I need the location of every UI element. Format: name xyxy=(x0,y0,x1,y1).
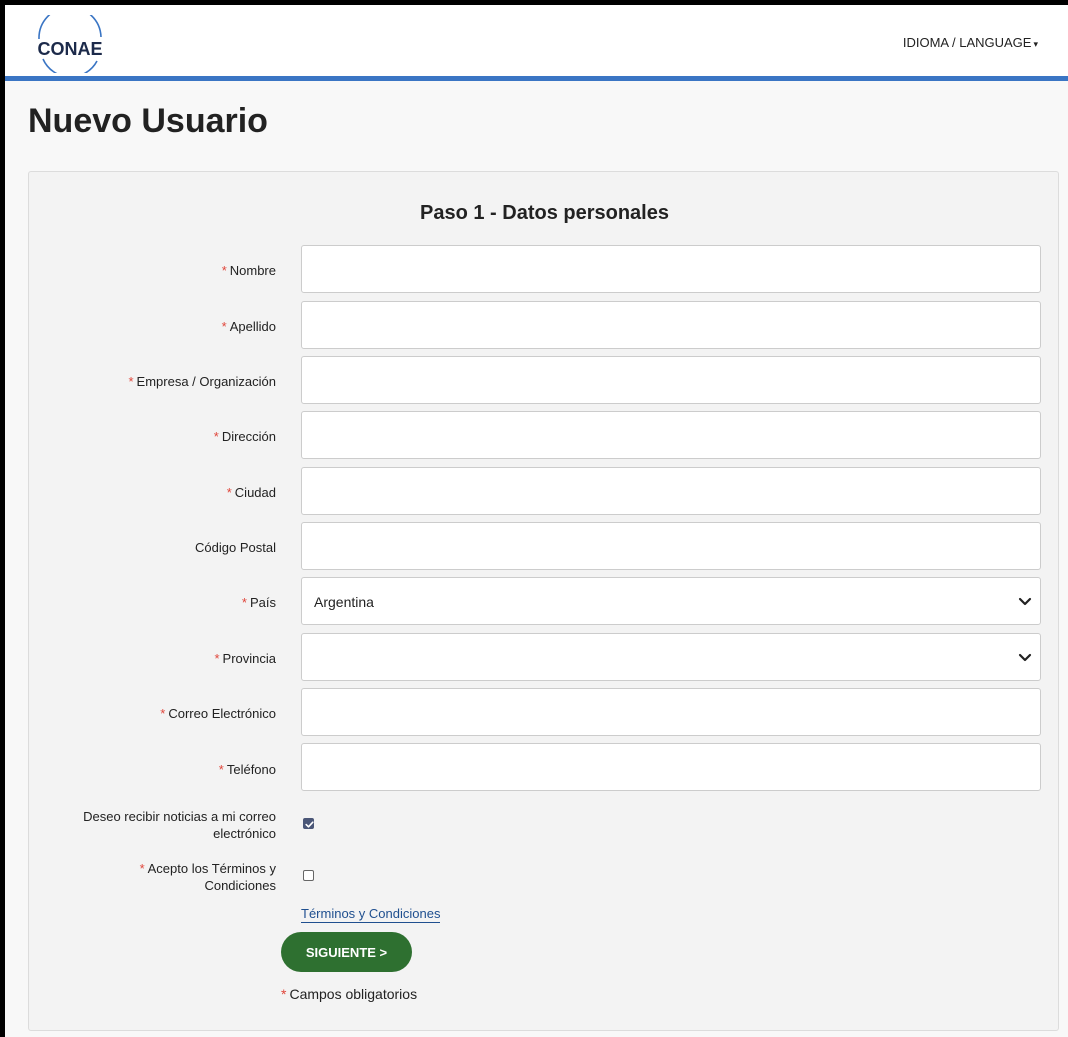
required-asterisk: * xyxy=(139,861,145,876)
nombre-label: * Nombre xyxy=(221,263,276,278)
correo-label: * Correo Electrónico xyxy=(160,706,276,721)
conae-logo[interactable]: CONAE xyxy=(27,6,117,78)
codigo-postal-label: Código Postal xyxy=(195,540,276,555)
language-dropdown[interactable]: IDIOMA / LANGUAGE ▾ xyxy=(903,35,1038,50)
next-button[interactable]: SIGUIENTE > xyxy=(281,932,412,972)
apellido-label: * Apellido xyxy=(221,319,276,334)
telefono-input[interactable] xyxy=(302,744,1040,790)
provincia-label: * Provincia xyxy=(214,651,276,666)
newsletter-checkbox[interactable] xyxy=(303,818,314,829)
required-asterisk: * xyxy=(214,651,220,666)
empresa-input[interactable] xyxy=(302,357,1040,403)
nombre-field[interactable] xyxy=(301,245,1041,293)
provincia-select[interactable] xyxy=(301,633,1041,681)
terms-link[interactable]: Términos y Condiciones xyxy=(301,906,441,923)
newsletter-label: Deseo recibir noticias a mi correo elect… xyxy=(83,809,276,841)
codigo-postal-input[interactable] xyxy=(302,523,1040,569)
apellido-input[interactable] xyxy=(302,302,1040,348)
required-asterisk: * xyxy=(281,986,287,1002)
ciudad-field[interactable] xyxy=(301,467,1041,515)
pais-selected-value: Argentina xyxy=(314,594,374,610)
empresa-label: * Empresa / Organización xyxy=(128,374,276,389)
check-icon xyxy=(305,821,314,828)
apellido-field[interactable] xyxy=(301,301,1041,349)
chevron-down-icon xyxy=(1018,653,1032,662)
required-asterisk: * xyxy=(213,429,219,444)
telefono-label: * Teléfono xyxy=(218,762,276,777)
pais-label: * País xyxy=(241,595,276,610)
telefono-field[interactable] xyxy=(301,743,1041,791)
required-fields-note: * Campos obligatorios xyxy=(281,986,418,1002)
correo-input[interactable] xyxy=(302,689,1040,735)
terms-label: * Acepto los Términos y Condiciones xyxy=(139,861,276,893)
correo-field[interactable] xyxy=(301,688,1041,736)
ciudad-label: * Ciudad xyxy=(226,485,276,500)
chevron-down-icon xyxy=(1018,597,1032,606)
required-asterisk: * xyxy=(221,319,227,334)
pais-select[interactable]: Argentina xyxy=(301,577,1041,625)
direccion-input[interactable] xyxy=(302,412,1040,458)
page-title: Nuevo Usuario xyxy=(28,102,268,140)
ciudad-input[interactable] xyxy=(302,468,1040,514)
step-title: Paso 1 - Datos personales xyxy=(420,202,669,224)
nombre-input[interactable] xyxy=(302,246,1040,292)
logo-text: CONAE xyxy=(37,39,102,59)
required-asterisk: * xyxy=(160,706,166,721)
direccion-label: * Dirección xyxy=(213,429,276,444)
registration-form-panel: Paso 1 - Datos personales * Nombre * Apell… xyxy=(28,171,1059,1031)
top-navbar: CONAE IDIOMA / LANGUAGE ▾ xyxy=(5,5,1068,81)
required-asterisk: * xyxy=(221,263,227,278)
direccion-field[interactable] xyxy=(301,411,1041,459)
language-label: IDIOMA / LANGUAGE xyxy=(902,35,1032,50)
codigo-postal-field[interactable] xyxy=(301,522,1041,570)
required-asterisk: * xyxy=(128,374,134,389)
required-asterisk: * xyxy=(218,762,224,777)
caret-down-icon: ▾ xyxy=(1033,39,1038,49)
terms-checkbox[interactable] xyxy=(303,870,314,881)
empresa-field[interactable] xyxy=(301,356,1041,404)
required-asterisk: * xyxy=(226,485,232,500)
required-asterisk: * xyxy=(241,595,247,610)
